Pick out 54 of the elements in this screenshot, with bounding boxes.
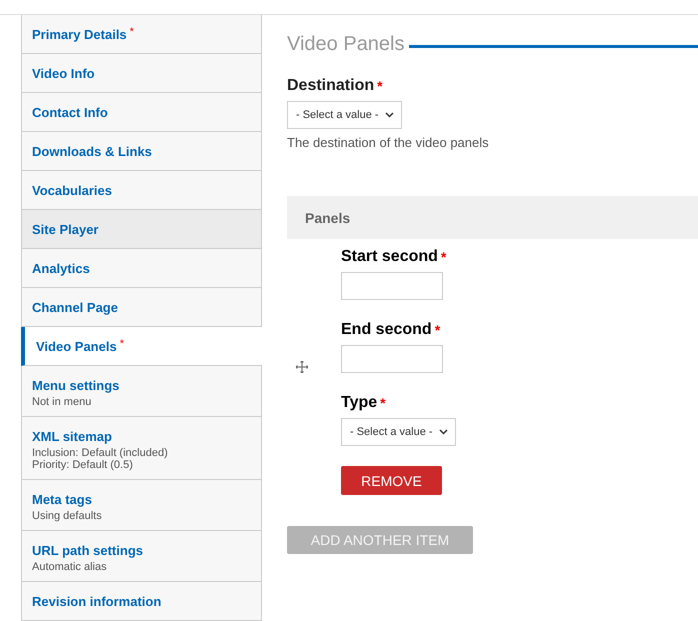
sidebar-tab[interactable]: Primary Details *: [21, 15, 261, 54]
field-description: The destination of the video panels: [287, 135, 490, 150]
required-mark: *: [120, 338, 124, 350]
tab-summary: Priority: Default (0.5): [32, 458, 134, 471]
field-label: Destination: [287, 77, 374, 94]
tab-label: Primary Details: [32, 27, 127, 42]
tab-label: XML sitemap: [32, 428, 112, 444]
select-field[interactable]: - Select a value -: [287, 101, 402, 129]
required-mark: *: [440, 249, 446, 265]
input-field[interactable]: [341, 345, 443, 373]
sidebar-tab[interactable]: Downloads & Links: [21, 132, 261, 171]
tab-label: URL path settings: [32, 542, 143, 558]
sidebar-tab[interactable]: URL path settings Automatic alias: [21, 530, 261, 582]
tab-label: Meta tags: [32, 492, 92, 506]
panels-header: Panels: [287, 196, 698, 239]
section-title: Video Panels: [287, 33, 404, 56]
required-mark: *: [434, 322, 440, 338]
select-field[interactable]: - Select a value -: [341, 418, 456, 446]
sidebar-tab[interactable]: Analytics: [21, 248, 261, 288]
remove-button[interactable]: REMOVE: [341, 466, 442, 495]
sidebar-tab[interactable]: Video Panels *: [21, 326, 262, 366]
sidebar-tab[interactable]: Vocabularies: [21, 170, 261, 210]
chevron-icon: [384, 112, 394, 118]
chevron-icon: [438, 429, 448, 435]
sidebar-tab[interactable]: Revision information: [21, 582, 261, 621]
drag-handle-icon[interactable]: [296, 361, 308, 373]
tab-label: Video Panels: [36, 338, 117, 354]
sidebar-tab[interactable]: Video Info: [21, 54, 261, 93]
tab-label: Site Player: [32, 222, 98, 237]
sidebar-tab[interactable]: Contact Info: [21, 92, 261, 132]
field-label: Type: [341, 394, 378, 411]
tab-label: Contact Info: [32, 104, 108, 120]
tab-label: Revision information: [32, 594, 162, 609]
tab-label: Video Info: [32, 66, 95, 81]
tab-label: Analytics: [32, 260, 90, 276]
field-label: End second: [341, 321, 432, 338]
tab-label: Downloads & Links: [32, 144, 152, 159]
required-mark: *: [377, 78, 383, 94]
tab-summary: Automatic alias: [32, 560, 108, 573]
sidebar-tab[interactable]: Channel Page: [21, 288, 261, 327]
sidebar-tab[interactable]: XML sitemap Inclusion: Default (included) Priority: Default (0.5): [21, 416, 261, 480]
tab-label: Channel Page: [32, 300, 118, 315]
tab-label: Vocabularies: [32, 182, 112, 198]
tab-label: Menu settings: [32, 378, 120, 393]
required-mark: *: [130, 26, 134, 38]
sidebar-tab[interactable]: Menu settings Not in menu: [21, 366, 261, 417]
field-label: Start second: [341, 248, 438, 265]
tab-summary: Not in menu: [32, 396, 92, 408]
sidebar-tab[interactable]: Site Player: [21, 210, 261, 249]
tab-summary: Inclusion: Default (included): [32, 446, 169, 459]
required-mark: *: [380, 395, 386, 411]
input-field[interactable]: [341, 272, 443, 300]
sidebar-tab[interactable]: Meta tags Using defaults: [21, 480, 261, 531]
tab-summary: Using defaults: [32, 510, 103, 522]
